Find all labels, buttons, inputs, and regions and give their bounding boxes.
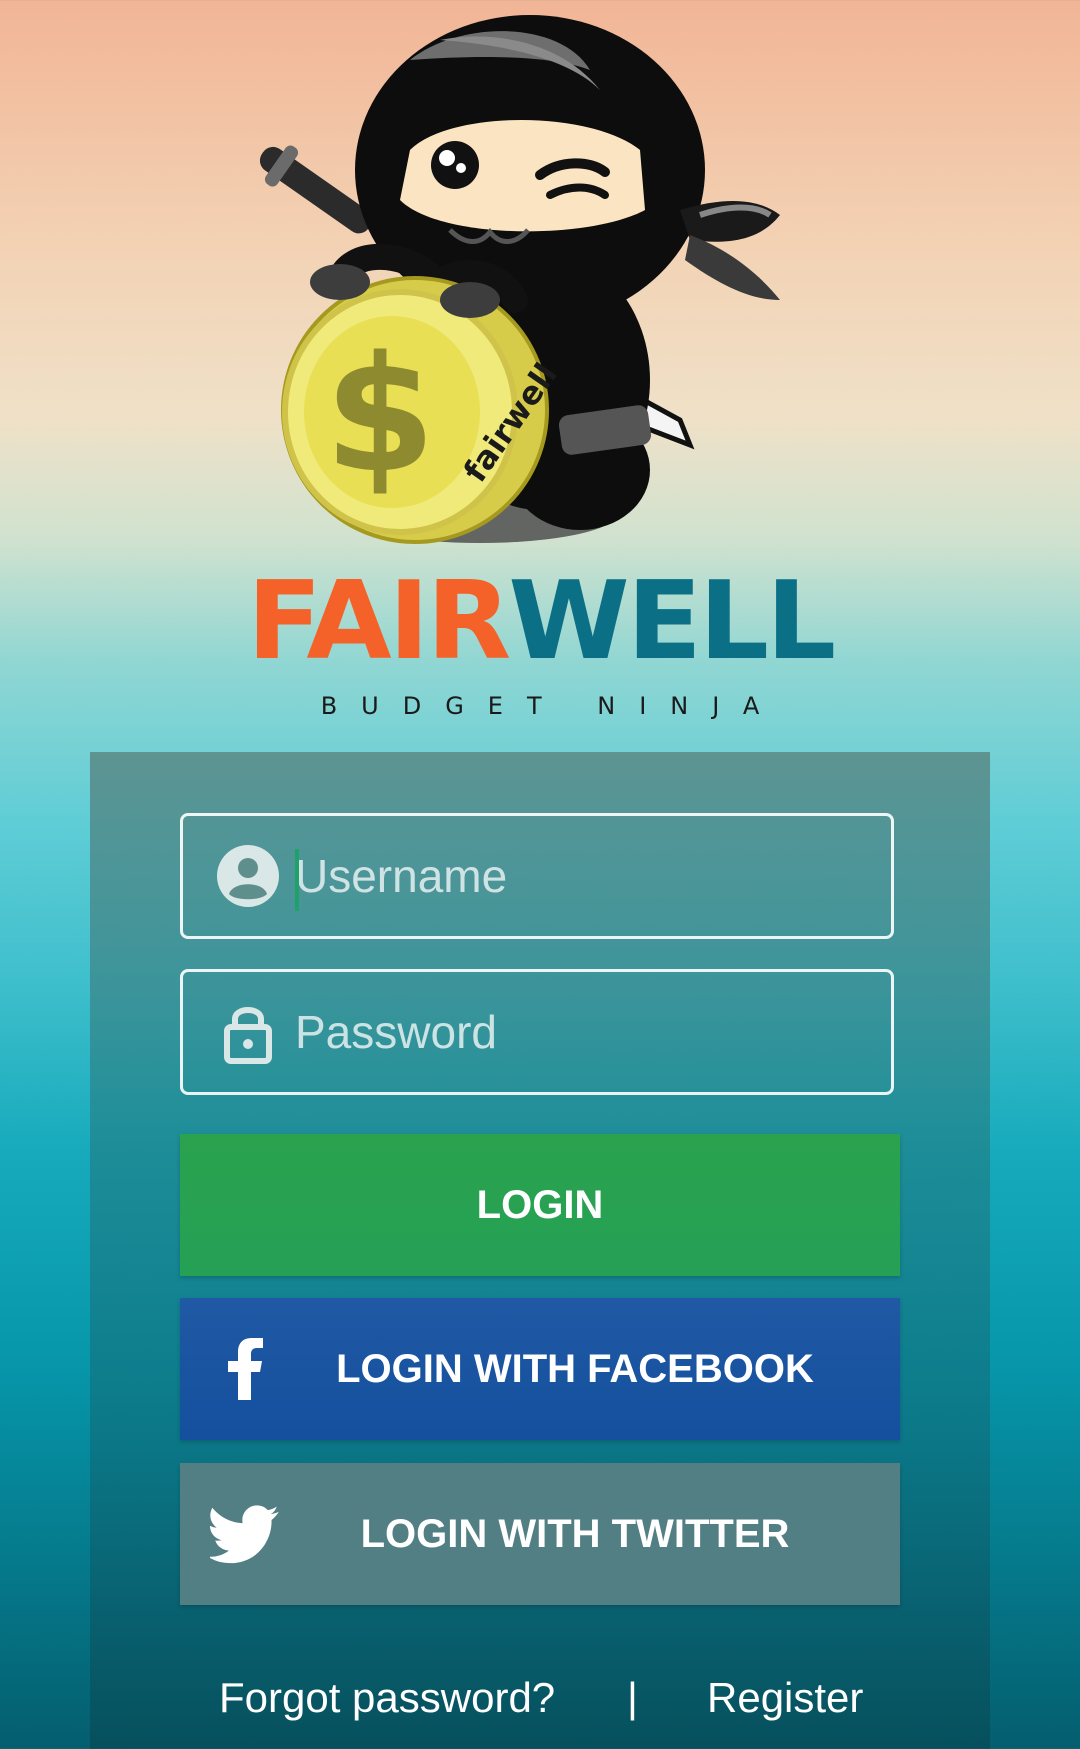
brand-name-well: WELL	[508, 559, 836, 684]
ninja-mascot-logo: $ fairwell	[260, 15, 780, 544]
login-twitter-button[interactable]: LOGIN WITH TWITTER	[180, 1463, 900, 1605]
username-field[interactable]	[180, 813, 894, 939]
brand-name: FAIRWELL	[0, 568, 1080, 676]
login-facebook-button[interactable]: LOGIN WITH FACEBOOK	[180, 1298, 900, 1440]
login-button-label: LOGIN	[476, 1182, 604, 1227]
facebook-icon	[210, 1334, 280, 1404]
login-card: LOGIN LOGIN WITH FACEBOOK LOGIN WITH TWI…	[90, 752, 990, 1749]
brand-tagline: BUDGET NINJA	[320, 692, 784, 720]
forgot-password-link[interactable]: Forgot password?	[219, 1674, 555, 1722]
register-link[interactable]: Register	[707, 1674, 863, 1722]
twitter-button-label: LOGIN WITH TWITTER	[360, 1511, 790, 1556]
username-input[interactable]	[295, 816, 893, 936]
user-circle-icon	[215, 843, 281, 909]
facebook-button-label: LOGIN WITH FACEBOOK	[336, 1346, 814, 1391]
brand-logo: FAIRWELL BUDGET NINJA	[0, 568, 1080, 721]
link-separator: |	[627, 1674, 638, 1721]
footer-links: Forgot password? | Register	[90, 1674, 990, 1734]
login-button[interactable]: LOGIN	[180, 1134, 900, 1276]
coin-dollar-sign: $	[324, 321, 435, 508]
twitter-bird-icon	[210, 1499, 280, 1569]
lock-icon	[215, 999, 281, 1065]
brand-name-fair: FAIR	[246, 559, 512, 684]
text-cursor	[295, 849, 299, 911]
password-input[interactable]	[295, 972, 893, 1092]
password-field[interactable]	[180, 969, 894, 1095]
